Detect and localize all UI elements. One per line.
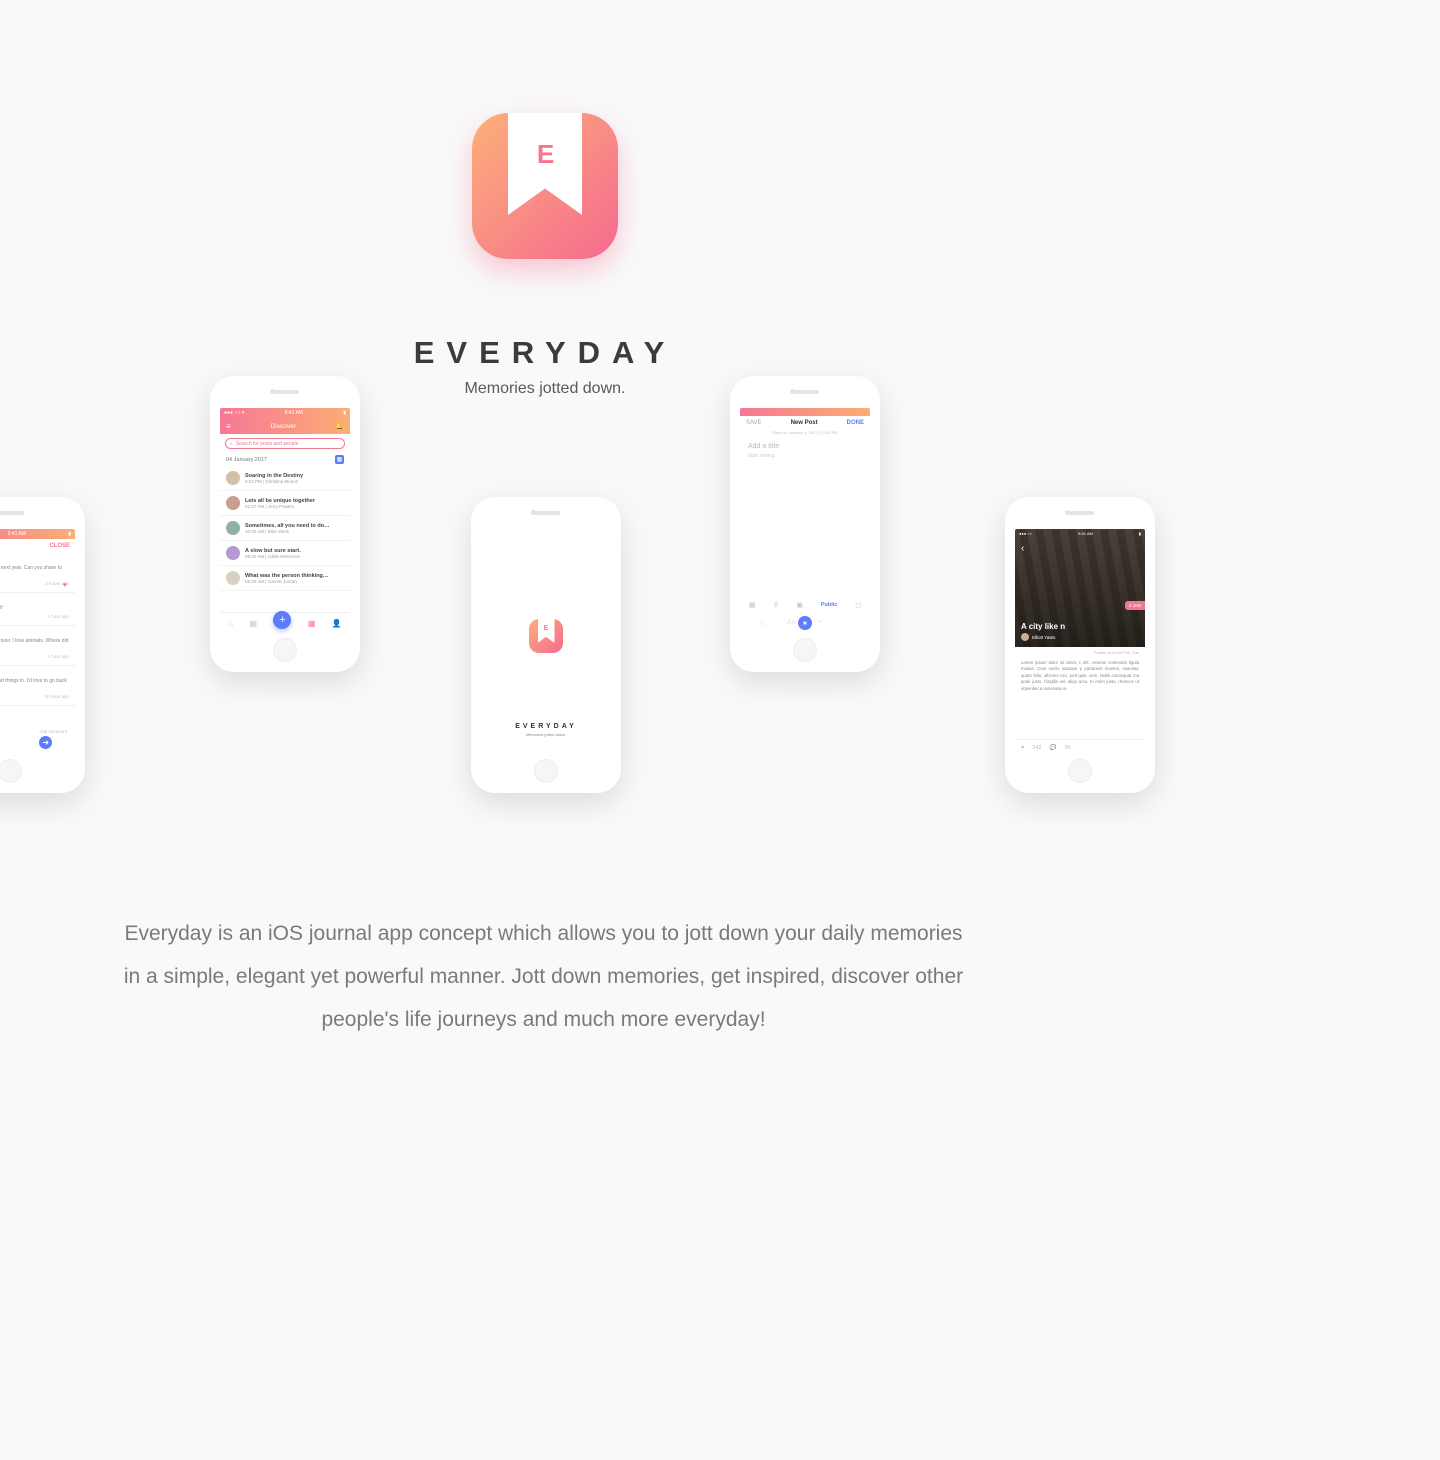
date-label: 04 January 2017 <box>226 457 267 463</box>
compose-toolbar: ▦ ⚲ ▣ Public ◻ <box>740 598 870 612</box>
status-bar: ●●● ○○ ▾9:41 AM▮ <box>220 408 350 418</box>
comment-item[interactable]: anders Would like to go there now. I lov… <box>0 626 75 666</box>
post-item[interactable]: Soaring in the Destiny8:03 PM | Christin… <box>220 466 350 491</box>
calendar-tab-icon[interactable]: ▦ <box>249 619 257 628</box>
status-bar <box>740 408 870 416</box>
app-title: EVERYDAY <box>0 335 1090 371</box>
avatar <box>226 521 240 535</box>
more-icon[interactable]: … <box>844 619 851 627</box>
app-description: Everyday is an iOS journal app concept w… <box>120 912 967 1041</box>
comment-item[interactable]: a Miller Yes! I love beaches and things … <box>0 666 75 706</box>
home-icon[interactable]: ⌂ <box>228 619 233 628</box>
author-name: Elliott Yates <box>1032 635 1055 640</box>
avatar <box>1021 633 1029 641</box>
tab-bar: ⌂ ▦ + ▦ 👤 <box>220 612 350 634</box>
menu-icon[interactable]: ≡ <box>226 422 231 431</box>
location-icon[interactable]: ⚲ <box>773 601 778 609</box>
avatar <box>226 571 240 585</box>
screen-title: Discover <box>271 423 296 430</box>
splash-subtitle: Memories jotted down. <box>481 732 611 737</box>
avatar <box>226 546 240 560</box>
grid-icon[interactable]: ▦ <box>308 619 316 628</box>
phone-comments: ●●● ○○9:41 AM▮ Comments CLOSE Vargas Wou… <box>0 497 85 793</box>
text-icon[interactable]: Aa <box>787 619 796 627</box>
calendar-icon[interactable]: ▦ <box>749 601 756 609</box>
body-input[interactable]: Start writing… <box>740 452 870 460</box>
comment-icon[interactable]: 💬 <box>1049 745 1056 751</box>
image-icon[interactable]: ▣ <box>796 601 803 609</box>
splash-title: EVERYDAY <box>481 723 611 730</box>
done-button[interactable]: DONE <box>847 420 864 426</box>
post-item[interactable]: A slow but sure start.09:20 AM | Addie M… <box>220 541 350 566</box>
post-stats: ♥ 342 💬 39 <box>1015 739 1145 755</box>
comment-item[interactable]: n It's over! Looking great! 1 hour ago <box>0 593 75 626</box>
app-icon: E <box>472 113 618 259</box>
post-item[interactable]: Sometimes, all you need to do…10:40 AM |… <box>220 516 350 541</box>
comments-count: 39 <box>1064 745 1070 751</box>
list-icon[interactable]: ≡ <box>817 619 821 627</box>
visibility-toggle[interactable]: Public <box>821 602 838 608</box>
screen-title: New Post <box>791 420 818 426</box>
bookmark-icon: E <box>508 113 582 215</box>
app-tagline: Memories jotted down. <box>0 380 1090 398</box>
app-icon-small: E <box>529 619 563 653</box>
avatar <box>226 471 240 485</box>
avatar <box>226 496 240 510</box>
close-button[interactable]: CLOSE <box>49 543 70 549</box>
calendar-icon[interactable]: ▦ <box>335 455 344 464</box>
attach-icon[interactable]: ◇ <box>759 619 764 627</box>
status-bar: ●●● ○○9:41 AM▮ <box>1015 529 1145 537</box>
post-item[interactable]: What was the person thinking…08:20 AM | … <box>220 566 350 591</box>
search-icon: ⌕ <box>230 441 233 447</box>
phone-post-detail: ●●● ○○9:41 AM▮ ‹ 2 JAN A city like n Ell… <box>1005 497 1155 793</box>
save-button[interactable]: SAVE <box>746 420 762 426</box>
bell-icon[interactable]: 🔔 <box>336 422 344 430</box>
phone-discover: ●●● ○○ ▾9:41 AM▮ ≡ Discover 🔔 ⌕ Search f… <box>210 376 360 672</box>
back-icon[interactable]: ‹ <box>1021 543 1024 554</box>
send-comment-button[interactable]: ➜ <box>39 736 52 749</box>
post-title: A city like n <box>1021 622 1139 631</box>
phone-new-post: SAVE New Post DONE Diary for January 4, … <box>730 376 880 672</box>
post-body: Lorem ipsum dolor sit amet, c elit. Aene… <box>1015 658 1145 694</box>
heart-icon[interactable]: ♥ <box>1021 745 1024 751</box>
profile-icon[interactable]: 👤 <box>332 619 342 628</box>
title-input[interactable]: Add a title <box>740 435 870 452</box>
status-bar: ●●● ○○9:41 AM▮ <box>0 529 75 539</box>
likes-count: 342 <box>1032 745 1041 751</box>
phone-splash: E EVERYDAY Memories jotted down. <box>471 497 621 793</box>
search-placeholder: Search for posts and people <box>236 441 299 447</box>
add-post-button[interactable]: + <box>273 611 291 629</box>
tag-icon[interactable]: ◻ <box>855 601 861 609</box>
search-input[interactable]: ⌕ Search for posts and people <box>225 438 345 449</box>
add-comment-hint: Add comment <box>39 729 67 734</box>
heart-icon[interactable]: ♥ <box>63 582 67 589</box>
post-item[interactable]: Lets all be unique together02:27 PM | Je… <box>220 491 350 516</box>
posted-time: Posted at 04:50 PM | Tue <box>1015 647 1145 658</box>
date-badge: 2 JAN <box>1125 601 1145 610</box>
app-icon-letter: E <box>537 139 553 170</box>
